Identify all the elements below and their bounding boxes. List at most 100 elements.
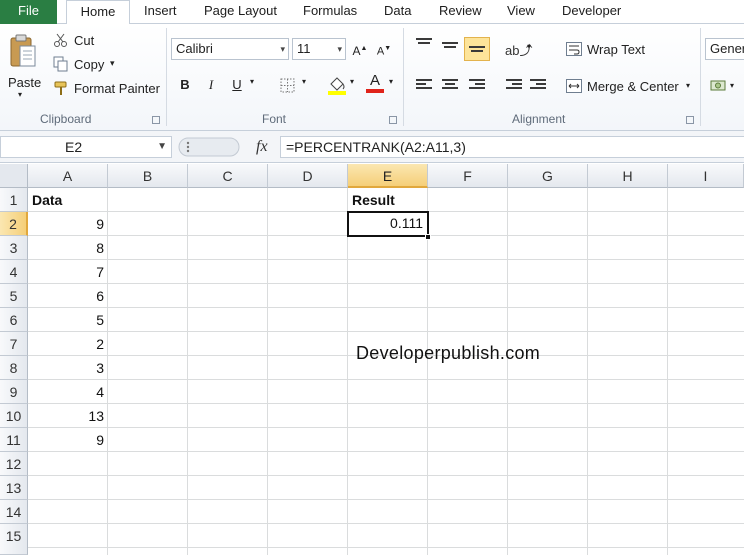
underline-dropdown-icon[interactable]: ▾ <box>250 77 254 86</box>
row-header-15[interactable]: 15 <box>0 524 28 555</box>
shrink-font-icon[interactable]: A▼ <box>373 38 395 60</box>
tab-formulas[interactable]: Formulas <box>303 0 357 24</box>
column-header-f[interactable]: F <box>428 164 508 188</box>
cell-e2-active[interactable]: 0.111 <box>347 211 429 237</box>
font-color-icon[interactable]: A <box>364 72 386 96</box>
copy-button[interactable]: Copy <box>74 57 104 72</box>
row-header-10[interactable]: 10 <box>0 404 28 428</box>
italic-button[interactable]: I <box>200 74 222 96</box>
tab-home[interactable]: Home <box>66 0 130 25</box>
accounting-format-icon[interactable] <box>710 78 728 97</box>
row-header-7[interactable]: 7 <box>0 332 28 356</box>
align-left-icon[interactable] <box>416 79 432 93</box>
row-header-8[interactable]: 8 <box>0 356 28 380</box>
row-header-9[interactable]: 9 <box>0 380 28 404</box>
tab-data[interactable]: Data <box>384 0 411 24</box>
tab-insert[interactable]: Insert <box>144 0 177 24</box>
align-center-icon[interactable] <box>442 79 458 93</box>
cell-a10[interactable]: 13 <box>28 404 108 428</box>
cell-a9[interactable]: 4 <box>28 380 108 404</box>
column-header-i[interactable]: I <box>668 164 744 188</box>
align-bottom-icon[interactable] <box>469 46 485 60</box>
gridlines <box>28 188 744 555</box>
font-color-dropdown-icon[interactable]: ▾ <box>389 77 393 86</box>
grow-font-icon[interactable]: A▲ <box>349 38 371 60</box>
alignment-launcher-icon[interactable] <box>686 116 694 124</box>
accounting-dropdown-icon[interactable]: ▾ <box>730 81 734 90</box>
chevron-down-icon: ▾ <box>280 44 285 54</box>
fill-handle[interactable] <box>425 234 431 240</box>
tab-file[interactable]: File <box>0 0 57 24</box>
wrap-text-button[interactable]: Wrap Text <box>587 42 645 57</box>
paste-icon[interactable] <box>8 32 38 72</box>
font-launcher-icon[interactable] <box>389 116 397 124</box>
format-painter-button[interactable]: Format Painter <box>74 81 160 96</box>
merge-center-icon <box>566 79 582 96</box>
cell-a3[interactable]: 8 <box>28 236 108 260</box>
cut-button[interactable]: Cut <box>74 33 94 48</box>
cell-a6[interactable]: 5 <box>28 308 108 332</box>
formula-input[interactable]: =PERCENTRANK(A2:A11,3) <box>280 136 744 158</box>
tab-review[interactable]: Review <box>439 0 482 24</box>
font-name-value: Calibri <box>176 41 213 56</box>
group-divider <box>403 28 404 126</box>
paste-button[interactable]: Paste <box>8 75 41 90</box>
row-header-13[interactable]: 13 <box>0 476 28 500</box>
merge-dropdown-icon[interactable]: ▾ <box>686 81 690 90</box>
align-middle-icon[interactable] <box>442 42 458 56</box>
orientation-dropdown-icon[interactable]: ▾ <box>527 42 531 51</box>
column-header-a[interactable]: A <box>28 164 108 188</box>
borders-dropdown-icon[interactable]: ▾ <box>302 77 306 86</box>
insert-function-icon[interactable]: fx <box>256 136 268 158</box>
row-header-1[interactable]: 1 <box>0 188 28 212</box>
column-header-e[interactable]: E <box>348 164 428 188</box>
tab-view[interactable]: View <box>507 0 535 24</box>
row-header-3[interactable]: 3 <box>0 236 28 260</box>
cell-a5[interactable]: 6 <box>28 284 108 308</box>
column-header-c[interactable]: C <box>188 164 268 188</box>
column-header-d[interactable]: D <box>268 164 348 188</box>
merge-center-button[interactable]: Merge & Center <box>587 79 679 94</box>
underline-button[interactable]: U <box>226 74 248 96</box>
row-header-12[interactable]: 12 <box>0 452 28 476</box>
cell-a2[interactable]: 9 <box>28 212 108 236</box>
name-box[interactable]: E2 ▼ <box>0 136 172 158</box>
row-header-4[interactable]: 4 <box>0 260 28 284</box>
clipboard-launcher-icon[interactable] <box>152 116 160 124</box>
cell-a7[interactable]: 2 <box>28 332 108 356</box>
cell-e1[interactable]: Result <box>348 188 428 212</box>
column-header-g[interactable]: G <box>508 164 588 188</box>
group-divider <box>700 28 701 126</box>
font-group-label: Font <box>262 112 287 126</box>
cell-a1[interactable]: Data <box>28 188 108 212</box>
tab-developer[interactable]: Developer <box>562 0 621 24</box>
chevron-down-icon: ▾ <box>337 44 342 54</box>
cell-a11[interactable]: 9 <box>28 428 108 452</box>
decrease-indent-icon[interactable] <box>506 79 522 93</box>
copy-dropdown-icon[interactable]: ▾ <box>110 58 115 69</box>
row-header-2[interactable]: 2 <box>0 212 28 236</box>
font-name-combo[interactable]: Calibri ▾ <box>171 38 289 60</box>
row-header-14[interactable]: 14 <box>0 500 28 524</box>
fill-color-icon[interactable] <box>326 74 348 99</box>
align-right-icon[interactable] <box>469 79 485 93</box>
font-size-combo[interactable]: 11 ▾ <box>292 38 346 60</box>
cell-a4[interactable]: 7 <box>28 260 108 284</box>
row-header-6[interactable]: 6 <box>0 308 28 332</box>
fill-color-dropdown-icon[interactable]: ▾ <box>350 77 354 86</box>
paste-dropdown-icon[interactable]: ▾ <box>18 90 22 99</box>
borders-icon[interactable] <box>280 78 296 97</box>
chevron-down-icon[interactable]: ▼ <box>157 137 167 157</box>
tab-page-layout[interactable]: Page Layout <box>204 0 277 24</box>
increase-indent-icon[interactable] <box>530 79 546 93</box>
align-top-icon[interactable] <box>416 38 432 52</box>
bold-button[interactable]: B <box>174 74 196 96</box>
cell-a8[interactable]: 3 <box>28 356 108 380</box>
number-format-combo[interactable]: Gener <box>705 38 744 60</box>
row-header-11[interactable]: 11 <box>0 428 28 452</box>
column-header-h[interactable]: H <box>588 164 668 188</box>
worksheet-grid[interactable]: A B C D E F G H I 1 2 3 4 5 6 7 8 9 10 1… <box>0 164 744 555</box>
row-header-5[interactable]: 5 <box>0 284 28 308</box>
column-header-b[interactable]: B <box>108 164 188 188</box>
select-all-corner[interactable] <box>0 164 28 188</box>
